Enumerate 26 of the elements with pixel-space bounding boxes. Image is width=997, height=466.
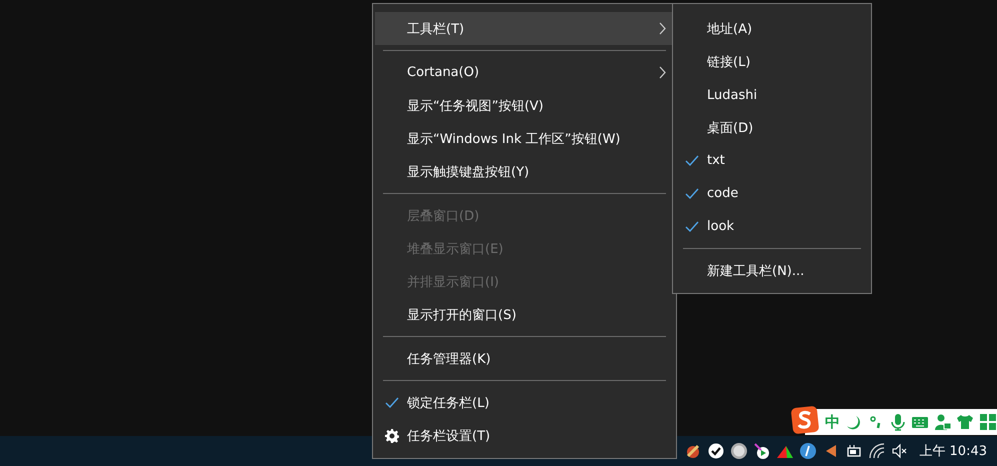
menu-item[interactable]: 显示“任务视图”按钮(V) bbox=[375, 89, 674, 122]
menu-item[interactable]: Ludashi bbox=[675, 78, 869, 112]
ime-logo-icon[interactable] bbox=[791, 406, 819, 434]
clock[interactable]: 上午 10:43 bbox=[919, 442, 987, 460]
menu-item[interactable]: 链接(L) bbox=[675, 46, 869, 79]
menu-item[interactable]: 新建工具栏(N)... bbox=[675, 254, 869, 287]
menu-item[interactable]: txt bbox=[675, 144, 869, 178]
menu-item[interactable]: 显示触摸键盘按钮(Y) bbox=[375, 155, 674, 188]
disc-icon[interactable] bbox=[729, 441, 750, 461]
menu-item[interactable]: code bbox=[675, 177, 869, 210]
grid-icon[interactable] bbox=[978, 412, 997, 432]
shirt-icon[interactable] bbox=[956, 412, 975, 432]
menu-item[interactable]: 任务栏设置(T) bbox=[375, 419, 674, 452]
menu-item[interactable]: 工具栏(T) bbox=[375, 12, 674, 45]
person-icon[interactable] bbox=[934, 412, 952, 432]
microphone-icon[interactable] bbox=[888, 412, 908, 432]
menu-item[interactable]: 锁定任务栏(L) bbox=[375, 386, 674, 419]
menu-item[interactable]: 任务管理器(K) bbox=[375, 342, 674, 375]
menu-item[interactable]: 桌面(D) bbox=[675, 112, 869, 144]
menu-item[interactable]: 显示“Windows Ink 工作区”按钮(W) bbox=[375, 122, 674, 155]
checkmark-circle-icon[interactable] bbox=[706, 441, 726, 461]
settings-icon bbox=[385, 428, 399, 442]
menu-item[interactable]: look bbox=[675, 210, 869, 244]
menu-item[interactable]: Cortana(O) bbox=[375, 56, 674, 89]
menu-item[interactable]: 显示打开的窗口(S) bbox=[375, 298, 674, 331]
menu-item[interactable]: 地址(A) bbox=[675, 13, 869, 46]
